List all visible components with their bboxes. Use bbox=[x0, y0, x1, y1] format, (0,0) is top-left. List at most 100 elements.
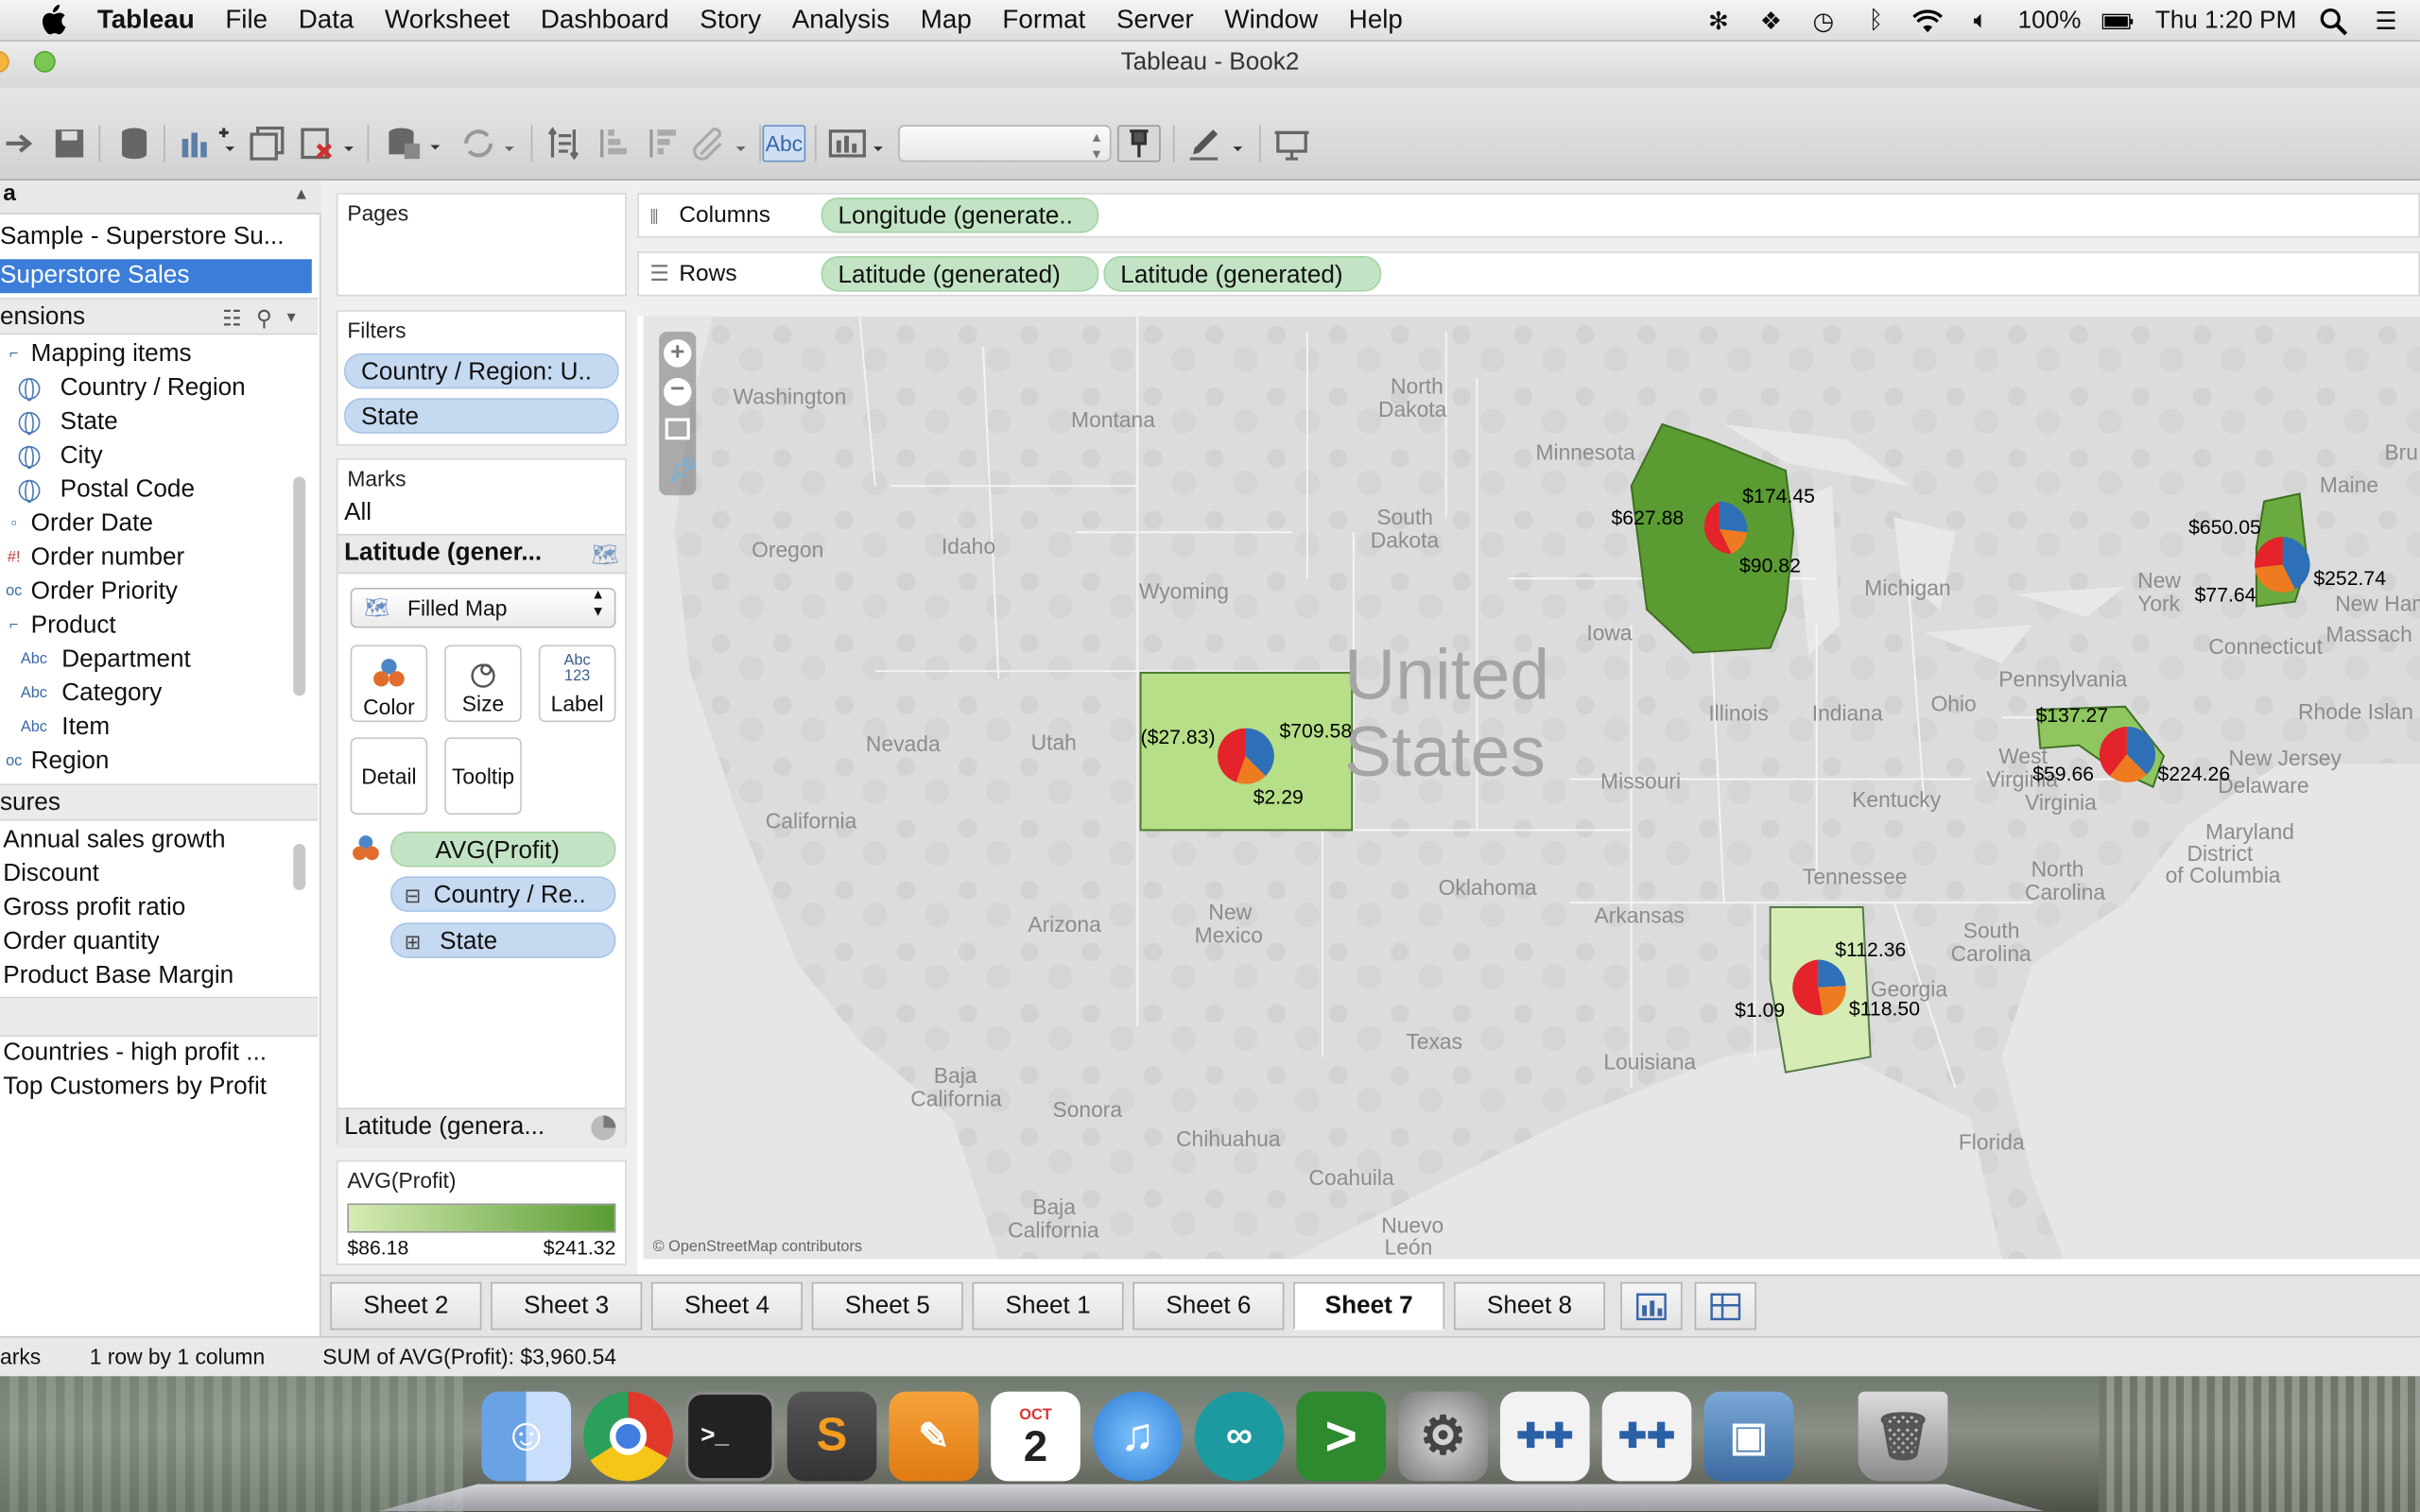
datasource-item-selected[interactable]: Superstore Sales bbox=[0, 259, 312, 294]
zoom-button[interactable] bbox=[33, 50, 56, 73]
zoom-area-icon[interactable] bbox=[665, 418, 690, 440]
map-canvas[interactable]: Washington Montana North Dakota Minnesot… bbox=[643, 316, 2420, 1260]
rows-shelf[interactable]: ☰ Rows Latitude (generated) Latitude (ge… bbox=[637, 251, 2420, 297]
dim-folder-mapping-items[interactable]: ⌐ Mapping items bbox=[0, 338, 192, 372]
tableau-desktop-icon[interactable]: ✚✚ bbox=[1601, 1391, 1692, 1482]
sublime-icon[interactable]: S bbox=[786, 1391, 877, 1482]
expand-icon[interactable]: ⊞ bbox=[405, 930, 422, 953]
terminal-icon[interactable]: >_ bbox=[684, 1391, 775, 1482]
measure-discount[interactable]: Discount bbox=[3, 858, 99, 892]
highlight-icon[interactable] bbox=[1185, 125, 1247, 162]
menu-map[interactable]: Map bbox=[921, 5, 972, 36]
battery-icon[interactable] bbox=[2102, 7, 2134, 34]
save-icon[interactable] bbox=[49, 125, 89, 162]
filter-pill-state[interactable]: State bbox=[344, 398, 619, 434]
calendar-icon[interactable]: OCT 2 bbox=[991, 1391, 1080, 1482]
map-attribution[interactable]: © OpenStreetMap contributors bbox=[653, 1238, 862, 1255]
swap-rows-columns-icon[interactable] bbox=[544, 125, 583, 162]
size-button[interactable]: Size bbox=[444, 644, 522, 723]
spotlight-icon[interactable] bbox=[2318, 7, 2349, 35]
zoom-in-icon[interactable]: + bbox=[664, 339, 692, 368]
dimensions-menu-icon[interactable]: ▾ bbox=[287, 300, 296, 336]
system-preferences-icon[interactable]: ⚙ bbox=[1398, 1391, 1488, 1482]
rows-pill-latitude-2[interactable]: Latitude (generated) bbox=[1103, 256, 1382, 292]
extract-data-icon[interactable] bbox=[383, 125, 444, 162]
dim-postal-code[interactable]: Postal Code bbox=[18, 473, 195, 507]
pie-alabama[interactable] bbox=[1792, 959, 1846, 1016]
redo-icon[interactable] bbox=[0, 125, 40, 162]
search-fields-icon[interactable]: ⚲ bbox=[256, 300, 272, 336]
marks-pill-state[interactable]: ⊞ State bbox=[390, 922, 616, 958]
view-list-icon[interactable]: ☷ bbox=[222, 300, 242, 336]
filters-card[interactable]: Filters Country / Region: U.. State bbox=[336, 310, 627, 446]
sort-ascending-icon[interactable] bbox=[593, 125, 632, 162]
tab-sheet-5[interactable]: Sheet 5 bbox=[811, 1281, 963, 1331]
marks-layer2-header[interactable]: Latitude (genera... bbox=[337, 1108, 626, 1148]
tab-sheet-1[interactable]: Sheet 1 bbox=[972, 1281, 1124, 1331]
pie-colorado[interactable] bbox=[1218, 728, 1274, 784]
pin-map-icon[interactable]: 📌︎ bbox=[666, 455, 698, 487]
refresh-icon[interactable] bbox=[457, 125, 518, 162]
marks-pill-country-region[interactable]: ⊟ Country / Re.. bbox=[390, 876, 616, 912]
dim-city[interactable]: City bbox=[18, 439, 103, 473]
notification-center-icon[interactable]: ☰ bbox=[2371, 7, 2402, 35]
dim-order-number[interactable]: #! Order number bbox=[0, 541, 184, 576]
map-view[interactable]: Washington Montana North Dakota Minnesot… bbox=[643, 316, 2420, 1260]
tab-sheet-7[interactable]: Sheet 7 bbox=[1293, 1281, 1445, 1331]
filter-pill-country-region[interactable]: Country / Region: U.. bbox=[344, 352, 619, 389]
view-size-icon[interactable] bbox=[827, 125, 889, 162]
dimensions-scrollbar[interactable] bbox=[293, 476, 306, 696]
datasource-item[interactable]: Sample - Superstore Su... bbox=[0, 220, 285, 254]
measure-gross-profit-ratio[interactable]: Gross profit ratio bbox=[3, 892, 185, 926]
measure-annual-sales-growth[interactable]: Annual sales growth bbox=[3, 824, 225, 858]
measure-order-quantity[interactable]: Order quantity bbox=[3, 926, 160, 960]
presentation-mode-icon[interactable] bbox=[1271, 125, 1311, 162]
marks-pill-avg-profit[interactable]: AVG(Profit) bbox=[390, 831, 616, 868]
finder-icon[interactable]: ☺ bbox=[481, 1391, 572, 1482]
label-button[interactable]: Abc 123 Label bbox=[538, 644, 616, 723]
tab-sheet-3[interactable]: Sheet 3 bbox=[491, 1281, 643, 1331]
menu-data[interactable]: Data bbox=[299, 5, 354, 36]
new-worksheet-icon[interactable] bbox=[176, 125, 237, 162]
menu-analysis[interactable]: Analysis bbox=[792, 5, 890, 36]
snowflake-icon[interactable]: ✻ bbox=[1703, 7, 1735, 35]
measure-product-base-margin[interactable]: Product Base Margin bbox=[3, 960, 233, 994]
duplicate-sheet-icon[interactable] bbox=[247, 125, 286, 162]
color-button[interactable]: Color bbox=[350, 644, 428, 723]
fix-axes-icon[interactable] bbox=[1117, 125, 1161, 163]
dim-region[interactable]: oc Region bbox=[0, 746, 109, 780]
group-members-icon[interactable] bbox=[688, 125, 750, 162]
volume-icon[interactable]: 🔈︎ bbox=[1965, 7, 1996, 34]
tooltip-button[interactable]: Tooltip bbox=[444, 737, 522, 816]
zoom-out-icon[interactable]: − bbox=[664, 377, 692, 406]
wifi-icon[interactable] bbox=[1913, 7, 1945, 34]
pie-maryland[interactable] bbox=[2099, 726, 2156, 782]
detail-button[interactable]: Detail bbox=[350, 737, 428, 816]
new-datasource-icon[interactable] bbox=[114, 125, 154, 162]
dropbox-icon[interactable]: ❖ bbox=[1755, 7, 1787, 35]
tableau-public-icon[interactable]: ✚✚ bbox=[1499, 1391, 1590, 1482]
clear-sheet-icon[interactable] bbox=[296, 125, 357, 162]
dim-country-region[interactable]: Country / Region bbox=[18, 371, 246, 405]
pie-new-hampshire[interactable] bbox=[2255, 537, 2310, 593]
menu-help[interactable]: Help bbox=[1349, 5, 1403, 36]
sort-descending-icon[interactable] bbox=[642, 125, 682, 162]
new-dashboard-tab-icon[interactable] bbox=[1694, 1281, 1756, 1331]
marks-all-label[interactable]: All bbox=[344, 500, 372, 527]
apple-icon[interactable] bbox=[39, 4, 73, 36]
time-machine-icon[interactable]: ◷ bbox=[1808, 7, 1840, 35]
tab-sheet-6[interactable]: Sheet 6 bbox=[1132, 1281, 1285, 1331]
data-pane-menu-icon[interactable]: ▴ bbox=[297, 183, 305, 204]
dim-item[interactable]: Abc Item bbox=[15, 712, 110, 746]
columns-pill-longitude[interactable]: Longitude (generate.. bbox=[821, 197, 1099, 233]
marks-layer-header[interactable]: Latitude (gener... 🗺︎ bbox=[337, 533, 626, 575]
menu-clock[interactable]: Thu 1:20 PM bbox=[2155, 7, 2297, 34]
menu-server[interactable]: Server bbox=[1116, 5, 1194, 36]
menu-format[interactable]: Format bbox=[1002, 5, 1085, 36]
show-mark-labels-button[interactable]: Abc bbox=[762, 125, 806, 163]
menu-dashboard[interactable]: Dashboard bbox=[541, 5, 669, 36]
dim-folder-product[interactable]: ⌐ Product bbox=[0, 610, 116, 644]
mark-type-dropdown[interactable]: 🗺︎ Filled Map ▲ ▼ bbox=[350, 586, 616, 628]
menu-window[interactable]: Window bbox=[1224, 5, 1318, 36]
tab-sheet-2[interactable]: Sheet 2 bbox=[330, 1281, 482, 1331]
